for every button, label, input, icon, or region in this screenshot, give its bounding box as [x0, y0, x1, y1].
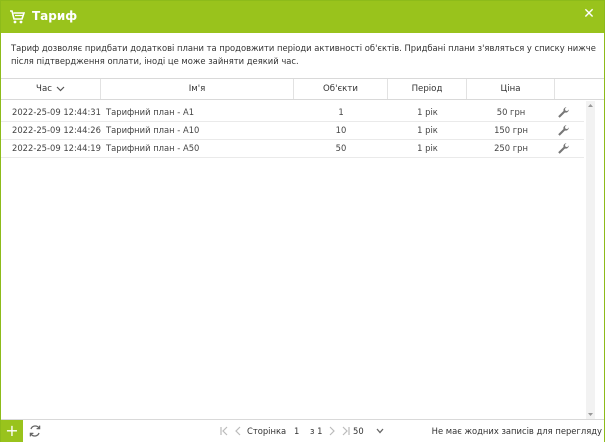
previous-page-icon[interactable] — [233, 426, 243, 436]
cell-period: 1 рік — [417, 143, 438, 153]
vertical-scrollbar[interactable] — [586, 101, 595, 419]
column-header-name[interactable]: Ім'я — [101, 79, 294, 99]
cell-time: 2022-25-09 12:44:31 — [12, 107, 101, 117]
table-row[interactable]: 2022-25-09 12:44:19 Тарифний план - A50 … — [1, 140, 584, 158]
add-button[interactable]: + — [1, 420, 23, 442]
dialog-title: Тариф — [32, 9, 78, 23]
tariff-description: Тариф дозволяє придбати додаткові плани … — [11, 43, 596, 66]
cell-objects: 10 — [335, 125, 347, 135]
column-label-period: Період — [411, 84, 443, 94]
column-header-actions — [555, 79, 604, 99]
cell-name: Тарифний план - A1 — [106, 107, 195, 117]
close-icon[interactable]: ✕ — [583, 7, 595, 21]
cell-objects: 1 — [338, 107, 344, 117]
cell-name: Тарифний план - A50 — [106, 143, 200, 153]
column-label-price: Ціна — [500, 84, 521, 94]
chevron-down-icon[interactable] — [375, 426, 385, 436]
wrench-icon[interactable] — [557, 124, 570, 137]
cell-price: 150 грн — [494, 125, 528, 135]
cell-time: 2022-25-09 12:44:26 — [12, 125, 101, 135]
column-header-time[interactable]: Час — [1, 79, 101, 99]
table-footer: + Сторінка 1 з 1 50 Не має жодних записі… — [1, 419, 604, 442]
records-status: Не має жодних записів для перегляду — [431, 426, 602, 436]
page-size-select[interactable]: 50 — [353, 420, 364, 442]
next-page-icon[interactable] — [327, 426, 337, 436]
page-label: Сторінка — [247, 426, 287, 436]
first-page-icon[interactable] — [219, 426, 229, 436]
chevron-down-icon — [56, 86, 65, 91]
column-header-price[interactable]: Ціна — [467, 79, 555, 99]
last-page-icon[interactable] — [341, 426, 351, 436]
cell-objects: 50 — [335, 143, 347, 153]
page-count: з 1 — [310, 426, 323, 436]
scroll-down-icon[interactable] — [587, 411, 594, 418]
table-row[interactable]: 2022-25-09 12:44:26 Тарифний план - A10 … — [1, 122, 584, 140]
column-label-name: Ім'я — [188, 84, 206, 94]
shopping-cart-icon — [10, 10, 25, 24]
tariff-dialog: Тариф ✕ Тариф дозволяє придбати додатков… — [0, 0, 605, 442]
column-header-period[interactable]: Період — [388, 79, 467, 99]
table-row[interactable]: 2022-25-09 12:44:31 Тарифний план - A1 1… — [1, 104, 584, 122]
table-header: Час Ім'я Об'єкти Період Ціна — [1, 78, 604, 100]
column-header-objects[interactable]: Об'єкти — [294, 79, 388, 99]
cell-period: 1 рік — [417, 107, 438, 117]
cell-price: 50 грн — [496, 107, 526, 117]
column-label-time: Час — [36, 84, 52, 94]
cell-price: 250 грн — [494, 143, 528, 153]
tariff-table: Час Ім'я Об'єкти Період Ціна 2022-25-09 … — [1, 78, 604, 419]
scroll-up-icon[interactable] — [587, 102, 594, 109]
page-number-input[interactable]: 1 — [294, 420, 299, 442]
refresh-icon[interactable] — [28, 424, 42, 438]
cell-period: 1 рік — [417, 125, 438, 135]
dialog-titlebar: Тариф ✕ — [1, 1, 604, 33]
wrench-icon[interactable] — [557, 106, 570, 119]
cell-name: Тарифний план - A10 — [106, 125, 200, 135]
wrench-icon[interactable] — [557, 142, 570, 155]
cell-time: 2022-25-09 12:44:19 — [12, 143, 101, 153]
column-label-objects: Об'єкти — [323, 84, 358, 94]
